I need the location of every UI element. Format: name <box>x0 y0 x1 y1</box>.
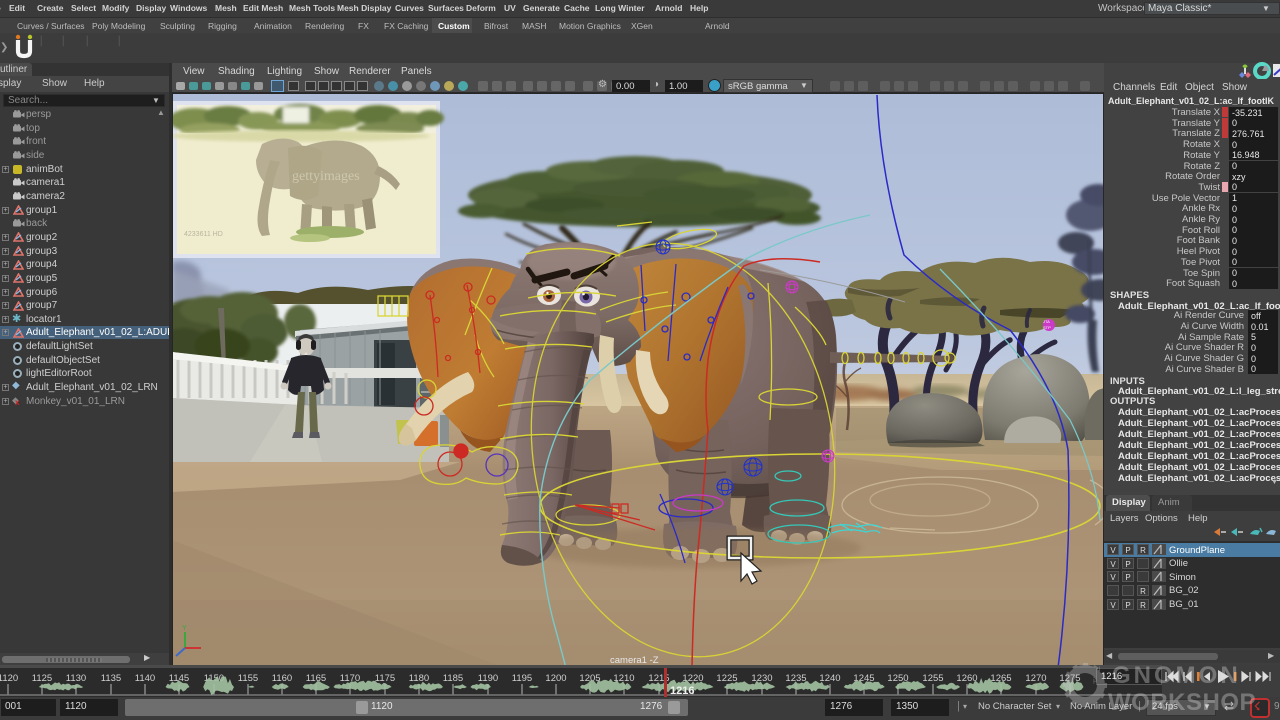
svg-text:1160: 1160 <box>272 673 292 684</box>
svg-text:1240: 1240 <box>819 673 840 684</box>
svg-text:THE: THE <box>1092 666 1102 684</box>
svg-text:1135: 1135 <box>101 673 121 684</box>
svg-text:1180: 1180 <box>409 673 429 684</box>
svg-text:Y: Y <box>182 625 187 632</box>
svg-text:1125: 1125 <box>32 673 52 684</box>
svg-text:1175: 1175 <box>375 673 395 684</box>
svg-text:JTA: JTA <box>1043 319 1050 324</box>
svg-text:1165: 1165 <box>306 673 326 684</box>
svg-text:1230: 1230 <box>751 673 772 684</box>
svg-text:1195: 1195 <box>512 673 532 684</box>
svg-text:GNOMON: GNOMON <box>1112 662 1241 689</box>
svg-text:1200: 1200 <box>545 673 566 684</box>
svg-text:4233611 HD: 4233611 HD <box>184 231 223 238</box>
svg-text:1216: 1216 <box>670 685 694 697</box>
svg-text:1255: 1255 <box>922 673 943 684</box>
svg-text:1120: 1120 <box>0 673 18 684</box>
svg-text:1130: 1130 <box>66 673 86 684</box>
svg-text:STP: STP <box>1043 325 1051 330</box>
svg-text:1155: 1155 <box>238 673 258 684</box>
svg-text:1190: 1190 <box>478 673 498 684</box>
svg-text:gettyimages: gettyimages <box>292 169 360 184</box>
svg-text:1170: 1170 <box>340 673 360 684</box>
svg-text:WORKSHOP: WORKSHOP <box>1108 689 1256 716</box>
svg-text:1225: 1225 <box>716 673 737 684</box>
svg-text:1185: 1185 <box>443 673 463 684</box>
svg-text:1140: 1140 <box>135 673 155 684</box>
